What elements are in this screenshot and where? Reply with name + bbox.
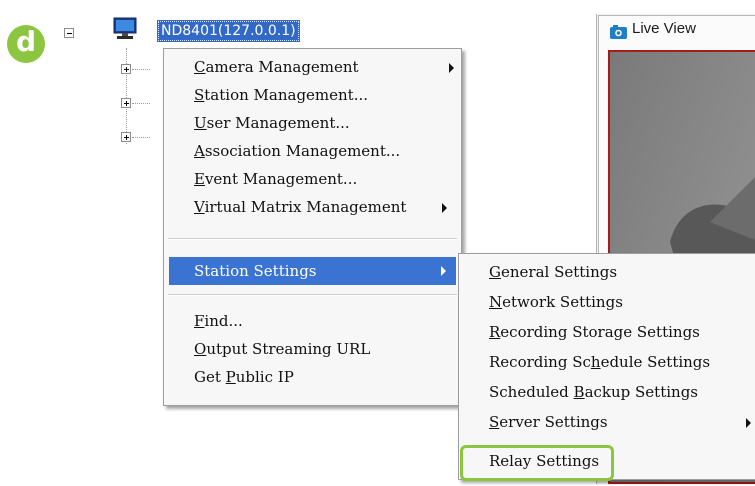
live-view-title: Live View xyxy=(632,20,696,37)
menu-separator xyxy=(168,238,457,240)
menu-separator xyxy=(168,294,457,296)
submenu-arrow-icon xyxy=(442,203,447,213)
menu-item-association-management[interactable]: Association Management... xyxy=(164,139,461,164)
submenu-item-server-settings[interactable]: Server Settings xyxy=(459,410,755,435)
tree-line xyxy=(132,103,150,104)
expander-plus-icon[interactable] xyxy=(121,98,131,108)
submenu-item-scheduled-backup-settings[interactable]: Scheduled Backup Settings xyxy=(459,380,755,405)
step-badge-letter: d xyxy=(15,25,37,58)
expander-plus-icon[interactable] xyxy=(121,132,131,142)
tree-line xyxy=(132,69,150,70)
context-menu: Camera Management Station Management... … xyxy=(163,48,462,406)
menu-item-virtual-matrix-management[interactable]: Virtual Matrix Management xyxy=(164,195,461,220)
menu-item-camera-management[interactable]: Camera Management xyxy=(164,55,461,80)
submenu-arrow-icon xyxy=(441,266,446,276)
submenu-item-general-settings[interactable]: General Settings xyxy=(459,260,755,285)
submenu-item-network-settings[interactable]: Network Settings xyxy=(459,290,755,315)
submenu-arrow-icon xyxy=(746,418,751,428)
submenu-item-recording-storage-settings[interactable]: Recording Storage Settings xyxy=(459,320,755,345)
menu-item-event-management[interactable]: Event Management... xyxy=(164,167,461,192)
menu-item-find[interactable]: Find... xyxy=(164,309,461,334)
menu-item-output-streaming-url[interactable]: Output Streaming URL xyxy=(164,337,461,362)
monitor-icon xyxy=(113,17,137,39)
submenu-item-recording-schedule-settings[interactable]: Recording Schedule Settings xyxy=(459,350,755,375)
menu-item-station-management[interactable]: Station Management... xyxy=(164,83,461,108)
menu-item-station-settings[interactable]: Station Settings xyxy=(169,257,456,285)
tree-line xyxy=(132,137,150,138)
menu-item-get-public-ip[interactable]: Get Public IP xyxy=(164,365,461,390)
menu-item-user-management[interactable]: User Management... xyxy=(164,111,461,136)
expander-minus-icon[interactable] xyxy=(64,28,74,38)
tree-line xyxy=(126,48,127,144)
camera-icon xyxy=(610,25,627,39)
relay-settings-highlight xyxy=(460,445,614,481)
expander-plus-icon[interactable] xyxy=(121,64,131,74)
submenu-arrow-icon xyxy=(449,63,454,73)
tree-node-label[interactable]: ND8401(127.0.0.1) xyxy=(157,20,300,42)
